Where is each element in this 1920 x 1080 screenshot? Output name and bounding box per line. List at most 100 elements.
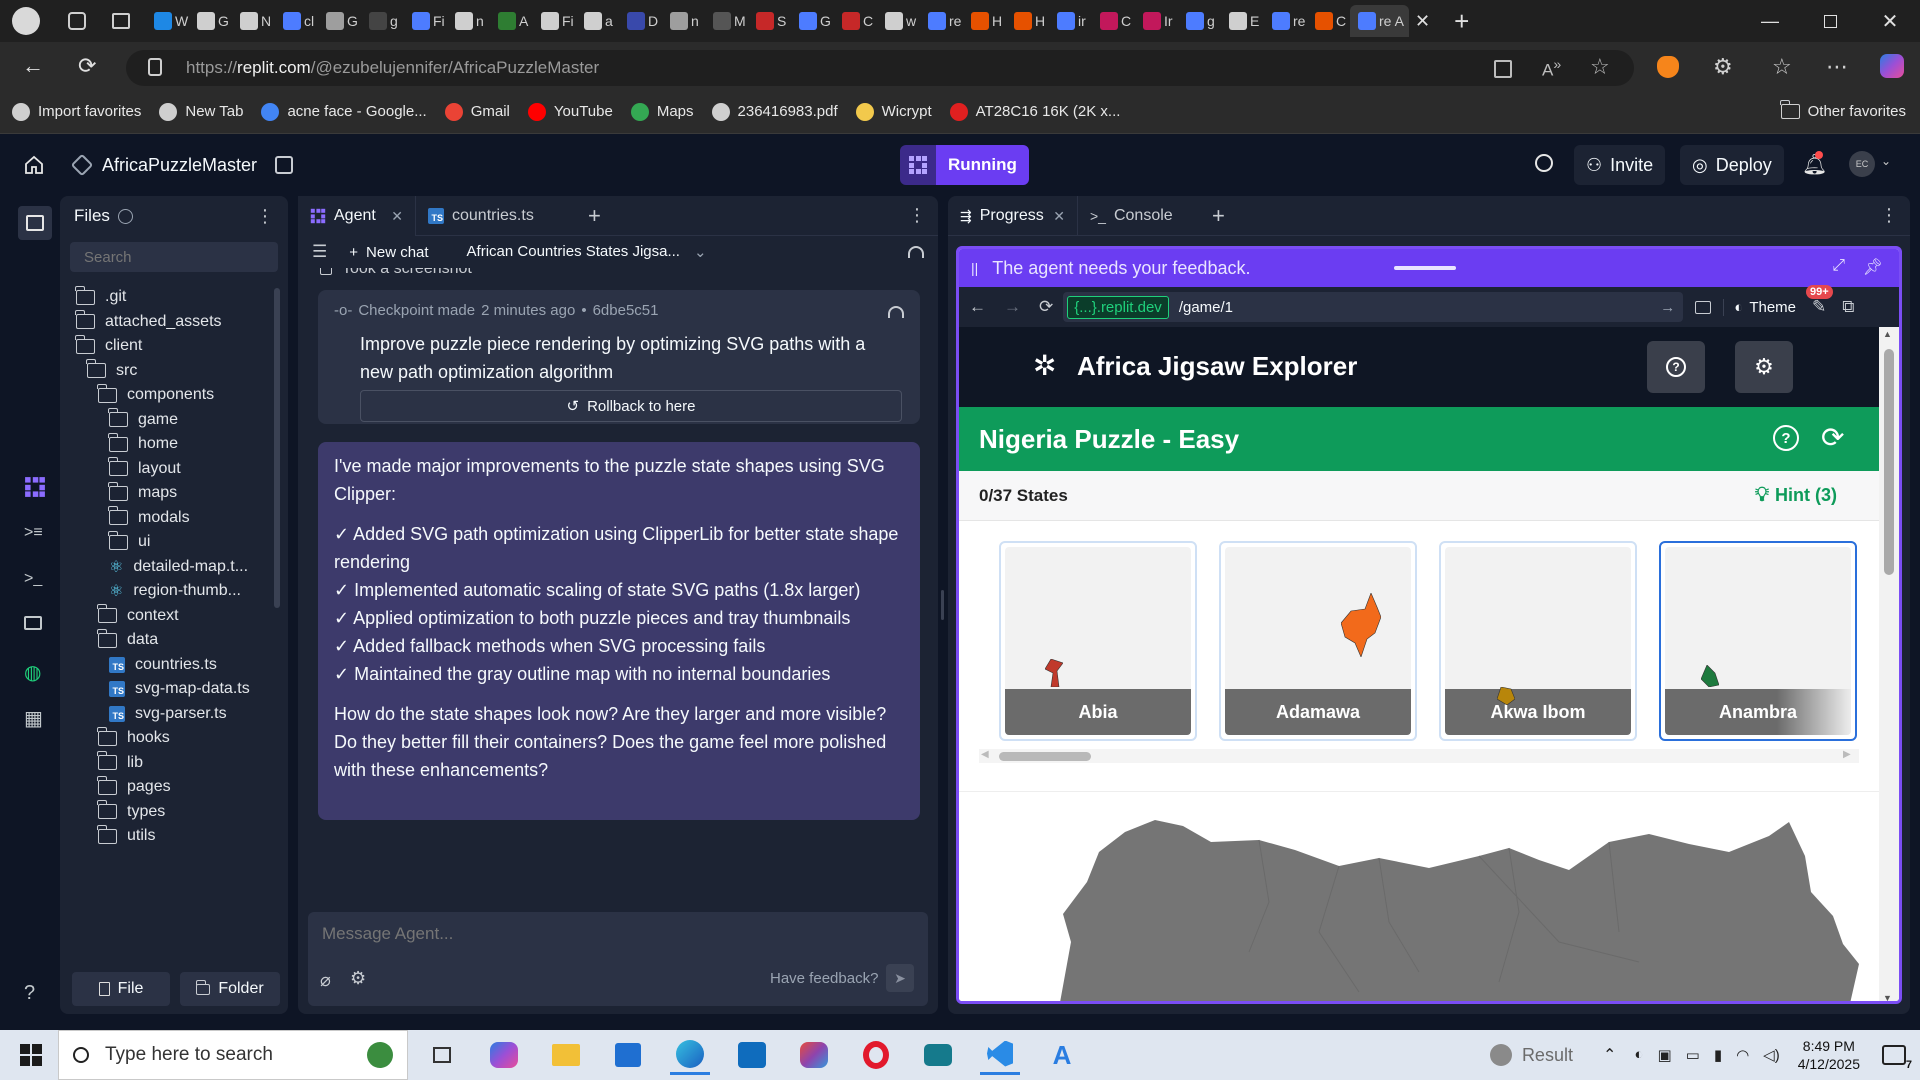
tab-console[interactable]: >_ Console: [1078, 196, 1204, 236]
search-icon[interactable]: [1535, 154, 1553, 172]
webview-forward-icon[interactable]: →: [1004, 297, 1021, 317]
invite-button[interactable]: ⚇ Invite: [1574, 145, 1666, 185]
puzzle-help-icon[interactable]: ?: [1773, 425, 1799, 451]
m365-icon[interactable]: [794, 1035, 834, 1075]
rollback-button[interactable]: ↺ Rollback to here: [360, 390, 902, 422]
windows-start-icon[interactable]: [20, 1044, 42, 1066]
shell-icon[interactable]: >≡: [24, 524, 46, 546]
browser-tab[interactable]: S: [748, 5, 791, 37]
pause-icon[interactable]: ||: [971, 260, 978, 276]
puzzle-piece-card[interactable]: Anambra: [1659, 541, 1857, 741]
browser-tab[interactable]: C: [834, 5, 877, 37]
hint-button[interactable]: 💡︎ Hint (3): [1755, 484, 1837, 507]
browser-tab[interactable]: N: [232, 5, 275, 37]
browser-tab[interactable]: H: [963, 5, 1006, 37]
avatar[interactable]: EC: [1849, 151, 1875, 177]
bookmark-item[interactable]: Import favorites: [12, 102, 141, 121]
browser-tab[interactable]: re: [1264, 5, 1307, 37]
chat-title-dropdown[interactable]: African Countries States Jigsa... ⌄: [467, 243, 707, 261]
new-tab-button[interactable]: +: [1454, 6, 1469, 37]
state-shape[interactable]: [1341, 593, 1381, 657]
browser-tab[interactable]: W: [146, 5, 189, 37]
webview-icon[interactable]: [24, 616, 46, 638]
site-info-icon[interactable]: [148, 58, 162, 76]
browser-tab[interactable]: E: [1221, 5, 1264, 37]
gauge-icon[interactable]: [908, 246, 924, 258]
browser-tab[interactable]: g: [361, 5, 404, 37]
tab-countries-ts[interactable]: TS countries.ts: [416, 196, 576, 236]
project-info-icon[interactable]: [275, 156, 294, 174]
webview-scroll-down-icon[interactable]: ▼: [1883, 993, 1892, 1001]
help-icon[interactable]: ?: [24, 982, 46, 1004]
add-tab-icon[interactable]: +: [1204, 196, 1233, 235]
bookmark-item[interactable]: Gmail: [444, 102, 510, 121]
edge-icon[interactable]: [670, 1035, 710, 1075]
copilot-icon[interactable]: [1880, 54, 1904, 78]
webview-scroll-up-icon[interactable]: ▲: [1883, 329, 1892, 339]
webview-back-icon[interactable]: ←: [969, 297, 986, 317]
vscode-icon[interactable]: [980, 1035, 1020, 1075]
state-shape[interactable]: [1701, 665, 1719, 687]
tray-scroll-left-icon[interactable]: ◀: [981, 749, 989, 760]
metamask-icon[interactable]: [1657, 56, 1679, 78]
puzzle-piece-card[interactable]: Abia: [999, 541, 1197, 741]
chat-scroll-area[interactable]: Took a screenshot -o- Checkpoint made 2 …: [298, 268, 938, 908]
extensions-icon[interactable]: ⚙: [1713, 54, 1733, 80]
tab-agent[interactable]: Agent ✕: [298, 196, 416, 236]
url-go-icon[interactable]: →: [1660, 299, 1675, 316]
puzzle-piece-card[interactable]: Akwa Ibom: [1439, 541, 1637, 741]
bookmark-item[interactable]: acne face - Google...: [261, 102, 427, 121]
device-icon[interactable]: [1695, 300, 1712, 314]
agent-rail-icon[interactable]: [24, 476, 46, 498]
feedback-link[interactable]: Have feedback?: [770, 970, 878, 987]
sidebar-toggle-icon[interactable]: [18, 206, 52, 240]
weather-widget[interactable]: Result: [1489, 1044, 1573, 1066]
chat-history-icon[interactable]: ☰: [312, 242, 327, 262]
open-new-tab-icon[interactable]: ⧉: [1842, 297, 1854, 317]
store-icon[interactable]: [608, 1035, 648, 1075]
show-hidden-icons[interactable]: ⌃: [1603, 1045, 1616, 1065]
taskbar-search[interactable]: Type here to search: [58, 1030, 408, 1080]
file-tree-item[interactable]: types: [97, 799, 165, 825]
infinity-app-icon[interactable]: [918, 1035, 958, 1075]
tab-progress[interactable]: ⇶ Progress ✕: [948, 196, 1078, 236]
project-name[interactable]: AfricaPuzzleMaster: [102, 155, 257, 176]
browser-tab[interactable]: w: [877, 5, 920, 37]
file-tree-item[interactable]: data: [97, 627, 158, 653]
puzzle-piece-card[interactable]: Adamawa: [1219, 541, 1417, 741]
clock[interactable]: 8:49 PM 4/12/2025: [1798, 1037, 1860, 1073]
file-explorer-icon[interactable]: [546, 1035, 586, 1075]
browser-tab[interactable]: C: [1092, 5, 1135, 37]
copilot-taskbar-icon[interactable]: [484, 1035, 524, 1075]
file-tree-item[interactable]: context: [97, 603, 179, 629]
close-tab-icon[interactable]: ✕: [1053, 208, 1065, 225]
browser-tab[interactable]: C: [1307, 5, 1350, 37]
send-button[interactable]: ➤: [886, 964, 914, 992]
browser-tab[interactable]: G: [791, 5, 834, 37]
add-tab-icon[interactable]: +: [576, 196, 613, 235]
file-tree-item[interactable]: modals: [108, 505, 190, 531]
webview-scrollbar-thumb[interactable]: [1884, 349, 1894, 575]
browser-tab[interactable]: re A: [1350, 5, 1409, 37]
outlook-icon[interactable]: [732, 1035, 772, 1075]
workspaces-icon[interactable]: [68, 12, 86, 30]
state-shape[interactable]: [1045, 659, 1063, 687]
close-tab-icon[interactable]: ✕: [1415, 11, 1430, 32]
close-tab-icon[interactable]: ✕: [391, 208, 403, 225]
bookmark-item[interactable]: 236416983.pdf: [711, 102, 838, 121]
close-window-icon[interactable]: ✕: [1860, 9, 1920, 34]
file-tree-item[interactable]: ⚛ detailed-map.t...: [109, 554, 248, 580]
app-available-icon[interactable]: [1494, 60, 1512, 78]
pin-icon[interactable]: 📌︎: [1863, 257, 1883, 277]
minimize-window-icon[interactable]: —: [1740, 11, 1800, 32]
ai-app-icon[interactable]: A: [1042, 1035, 1082, 1075]
other-favorites[interactable]: Other favorites: [1780, 100, 1906, 120]
favorite-star-icon[interactable]: ☆: [1590, 54, 1610, 80]
popout-icon[interactable]: ⤢: [1832, 257, 1845, 275]
webview-refresh-icon[interactable]: ⟳: [1039, 297, 1053, 317]
reset-icon[interactable]: ⟳: [1821, 421, 1844, 454]
avatar-chevron-icon[interactable]: ⌄: [1881, 154, 1891, 168]
browser-tab[interactable]: n: [447, 5, 490, 37]
new-chat-button[interactable]: + New chat: [349, 244, 428, 261]
all-tools-icon[interactable]: ▦: [24, 706, 46, 730]
